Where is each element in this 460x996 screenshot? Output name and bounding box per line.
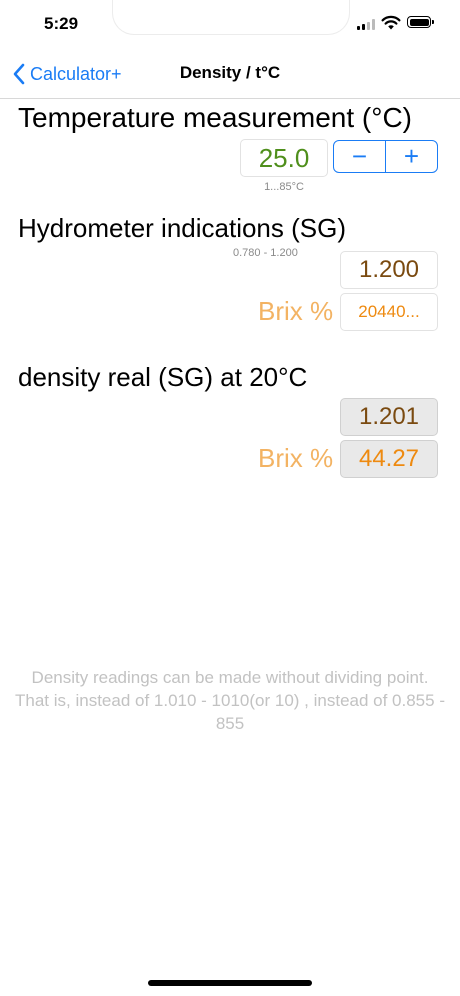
hydrometer-heading: Hydrometer indications (SG) [18,213,346,243]
cellular-signal-icon [357,19,375,30]
battery-icon [407,16,434,28]
home-indicator[interactable] [148,980,312,986]
hydrometer-range-hint: 0.780 - 1.200 [233,247,298,259]
info-note: Density readings can be made without div… [15,668,445,733]
wifi-icon [381,15,401,30]
increment-button[interactable]: + [386,141,437,172]
decrement-button[interactable]: − [334,141,385,172]
hydrometer-sg-value: 1.200 [358,256,420,283]
hydrometer-brix-input[interactable]: 20440... [340,293,438,331]
page-title: Density / t°C [179,63,281,82]
density-real-brix-output: 44.27 [340,440,438,478]
temperature-heading: Temperature measurement (°C) [18,102,412,133]
density-real-brix-label: Brix % [258,443,334,473]
notch [112,0,350,35]
density-real-brix-value: 44.27 [358,445,420,472]
hydrometer-brix-label: Brix % [258,296,334,326]
temperature-stepper[interactable]: − + [333,140,438,173]
status-time: 5:29 [44,14,79,33]
temperature-input[interactable]: 25.0 [240,139,328,177]
hydrometer-brix-value: 20440... [358,302,420,321]
nav-divider [0,98,460,99]
temperature-value: 25.0 [258,142,310,173]
density-real-sg-value: 1.201 [358,403,420,430]
density-real-sg-output: 1.201 [340,398,438,436]
hydrometer-sg-input[interactable]: 1.200 [340,251,438,289]
density-real-heading: density real (SG) at 20°C [18,362,308,392]
temperature-range-hint: 1...85°C [264,181,304,193]
